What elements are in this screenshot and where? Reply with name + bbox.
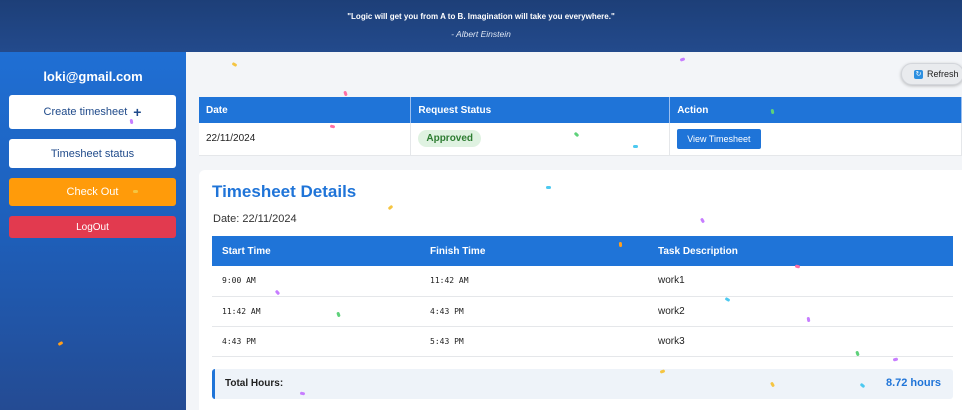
- column-header-action: Action: [669, 97, 962, 123]
- request-date: 22/11/2024: [199, 123, 412, 156]
- view-timesheet-button[interactable]: View Timesheet: [677, 128, 761, 149]
- task-table: Start Time Finish Time Task Description …: [212, 236, 953, 357]
- request-action-cell: View Timesheet: [669, 123, 962, 156]
- quote-text: "Logic will get you from A to B. Imagina…: [347, 12, 615, 21]
- table-row: 11:42 AM 4:43 PM work2: [212, 296, 953, 327]
- details-date: Date: 22/11/2024: [213, 213, 297, 225]
- column-header-task-description: Task Description: [648, 236, 953, 266]
- requests-table: Date Request Status Action 22/11/2024 Ap…: [199, 97, 962, 156]
- create-timesheet-label: Create timesheet: [43, 106, 128, 118]
- task-description: work1: [648, 266, 953, 297]
- total-hours-value: 8.72 hours: [885, 377, 941, 389]
- confetti-piece: [231, 61, 238, 68]
- finish-time: 4:43 PM: [420, 296, 648, 327]
- finish-time: 5:43 PM: [420, 326, 648, 357]
- total-hours-label: Total Hours:: [225, 378, 284, 389]
- request-status-cell: Approved: [410, 123, 671, 156]
- user-email: loki@gmail.com: [43, 69, 143, 84]
- table-row: 4:43 PM 5:43 PM work3: [212, 326, 953, 357]
- logout-label: LogOut: [76, 221, 109, 233]
- start-time: 11:42 AM: [212, 296, 420, 327]
- confetti-piece: [343, 90, 348, 97]
- logout-button[interactable]: LogOut: [9, 216, 176, 238]
- finish-time: 11:42 AM: [420, 266, 648, 297]
- start-time: 4:43 PM: [212, 326, 420, 357]
- details-title: Timesheet Details: [212, 182, 357, 201]
- column-header-finish-time: Finish Time: [420, 236, 648, 266]
- task-description: work3: [648, 326, 953, 357]
- start-time: 9:00 AM: [212, 266, 420, 297]
- timesheet-details-panel: Timesheet Details Date: 22/11/2024 Start…: [199, 170, 962, 410]
- quote-author: - Albert Einstein: [451, 29, 511, 39]
- column-header-start-time: Start Time: [212, 236, 420, 266]
- task-header-row: Start Time Finish Time Task Description: [212, 236, 953, 266]
- refresh-label: Refresh: [927, 69, 959, 79]
- requests-header-row: Date Request Status Action: [199, 97, 962, 123]
- total-hours-bar: Total Hours: 8.72 hours: [212, 369, 953, 399]
- confetti-piece: [679, 57, 686, 62]
- task-description: work2: [648, 296, 953, 327]
- check-out-button[interactable]: Check Out: [9, 178, 176, 206]
- table-row: 9:00 AM 11:42 AM work1: [212, 266, 953, 297]
- table-row: 22/11/2024 Approved View Timesheet: [199, 123, 962, 156]
- quote-banner: "Logic will get you from A to B. Imagina…: [0, 0, 962, 52]
- refresh-icon: ↻: [914, 69, 923, 79]
- sidebar: loki@gmail.com Create timesheet + Timesh…: [0, 52, 186, 410]
- check-out-label: Check Out: [66, 186, 119, 198]
- create-timesheet-button[interactable]: Create timesheet +: [9, 95, 176, 129]
- column-header-date: Date: [199, 97, 412, 123]
- plus-icon: +: [133, 104, 142, 120]
- refresh-button[interactable]: ↻ Refresh: [901, 63, 962, 85]
- timesheet-status-button[interactable]: Timesheet status: [9, 139, 176, 168]
- timesheet-status-label: Timesheet status: [50, 147, 135, 160]
- column-header-request-status: Request Status: [410, 97, 671, 123]
- status-badge: Approved: [418, 130, 482, 148]
